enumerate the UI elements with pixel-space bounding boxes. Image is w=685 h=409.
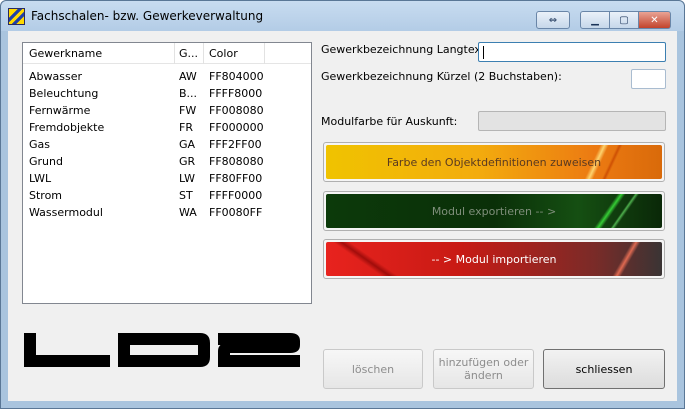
list-row[interactable]: Beleuchtung B... FFFF8000: [23, 86, 311, 103]
row-code: ST: [179, 189, 193, 202]
row-color: FF80FF00: [209, 172, 263, 185]
row-color: FFFF8000: [209, 87, 263, 100]
longtext-label: Gewerkbezeichnung Langtext:: [321, 43, 489, 56]
row-code: WA: [179, 206, 197, 219]
column-header-name[interactable]: Gewerkname: [29, 47, 102, 60]
row-name: LWL: [29, 172, 52, 185]
short-code-input[interactable]: [631, 69, 666, 89]
column-divider[interactable]: [264, 43, 265, 64]
list-row[interactable]: Grund GR FF808080: [23, 154, 311, 171]
close-window-button[interactable]: ✕: [639, 11, 671, 29]
module-color-label: Modulfarbe für Auskunft:: [321, 115, 458, 128]
minimize-button[interactable]: ▁: [580, 11, 610, 29]
row-color: FF000000: [209, 121, 264, 134]
maximize-button[interactable]: ▢: [610, 11, 639, 29]
row-code: FW: [179, 104, 197, 117]
short-code-label: Gewerkbezeichnung Kürzel (2 Buchstaben):: [321, 70, 562, 83]
column-header-color[interactable]: Color: [209, 47, 238, 60]
row-color: FF008080: [209, 104, 264, 117]
row-code: AW: [179, 70, 197, 83]
trade-list[interactable]: Gewerkname G... Color Abwasser AW FF8040…: [22, 42, 312, 304]
sync-button[interactable]: ⇔: [536, 11, 570, 29]
add-or-change-button[interactable]: hinzufügen oder ändern: [433, 349, 534, 389]
assign-color-button[interactable]: Farbe den Objektdefinitionen zuweisen: [323, 142, 665, 182]
row-color: FF804000: [209, 70, 264, 83]
row-name: Grund: [29, 155, 63, 168]
column-divider[interactable]: [203, 43, 204, 64]
list-row[interactable]: Wassermodul WA FF0080FF: [23, 205, 311, 222]
row-code: B...: [179, 87, 198, 100]
list-row[interactable]: LWL LW FF80FF00: [23, 171, 311, 188]
ld2-logo: [24, 333, 300, 367]
list-row[interactable]: Fernwärme FW FF008080: [23, 103, 311, 120]
longtext-input[interactable]: [478, 42, 666, 62]
row-name: Fernwärme: [29, 104, 91, 117]
close-icon: ✕: [650, 14, 659, 26]
import-module-button[interactable]: -- > Modul importieren: [323, 239, 665, 279]
row-code: LW: [179, 172, 195, 185]
list-row[interactable]: Strom ST FFFF0000: [23, 188, 311, 205]
assign-color-label: Farbe den Objektdefinitionen zuweisen: [386, 155, 602, 169]
row-color: FFFF0000: [209, 189, 263, 202]
text-caret: [483, 46, 484, 59]
minimize-icon: ▁: [591, 14, 599, 26]
swap-arrows-icon: ⇔: [548, 14, 558, 26]
row-color: FFF2FF00: [209, 138, 262, 151]
main-window: Fachschalen- bzw. Gewerkeverwaltung ⇔ ▁ …: [0, 0, 685, 409]
title-bar[interactable]: Fachschalen- bzw. Gewerkeverwaltung ⇔ ▁ …: [1, 1, 684, 31]
close-button[interactable]: schliessen: [543, 349, 665, 389]
row-code: FR: [179, 121, 193, 134]
module-color-field[interactable]: [478, 111, 666, 131]
list-row[interactable]: Gas GA FFF2FF00: [23, 137, 311, 154]
app-icon: [8, 8, 25, 25]
dialog-client-area: Gewerkname G... Color Abwasser AW FF8040…: [8, 31, 677, 401]
row-code: GA: [179, 138, 196, 151]
row-name: Fremdobjekte: [29, 121, 105, 134]
column-divider[interactable]: [174, 43, 175, 64]
row-name: Beleuchtung: [29, 87, 99, 100]
import-module-label: -- > Modul importieren: [431, 252, 557, 266]
row-name: Gas: [29, 138, 50, 151]
export-module-label: Modul exportieren -- >: [431, 204, 557, 218]
window-title: Fachschalen- bzw. Gewerkeverwaltung: [31, 9, 264, 23]
row-color: FF0080FF: [209, 206, 263, 219]
list-row[interactable]: Fremdobjekte FR FF000000: [23, 120, 311, 137]
row-code: GR: [179, 155, 196, 168]
export-module-button[interactable]: Modul exportieren -- >: [323, 191, 665, 231]
row-name: Strom: [29, 189, 63, 202]
column-header-code[interactable]: G...: [179, 47, 198, 60]
maximize-icon: ▢: [619, 14, 629, 26]
row-name: Abwasser: [29, 70, 82, 83]
delete-button[interactable]: löschen: [323, 349, 423, 389]
list-row[interactable]: Abwasser AW FF804000: [23, 69, 311, 86]
row-color: FF808080: [209, 155, 264, 168]
list-header: Gewerkname G... Color: [23, 43, 311, 64]
row-name: Wassermodul: [29, 206, 103, 219]
